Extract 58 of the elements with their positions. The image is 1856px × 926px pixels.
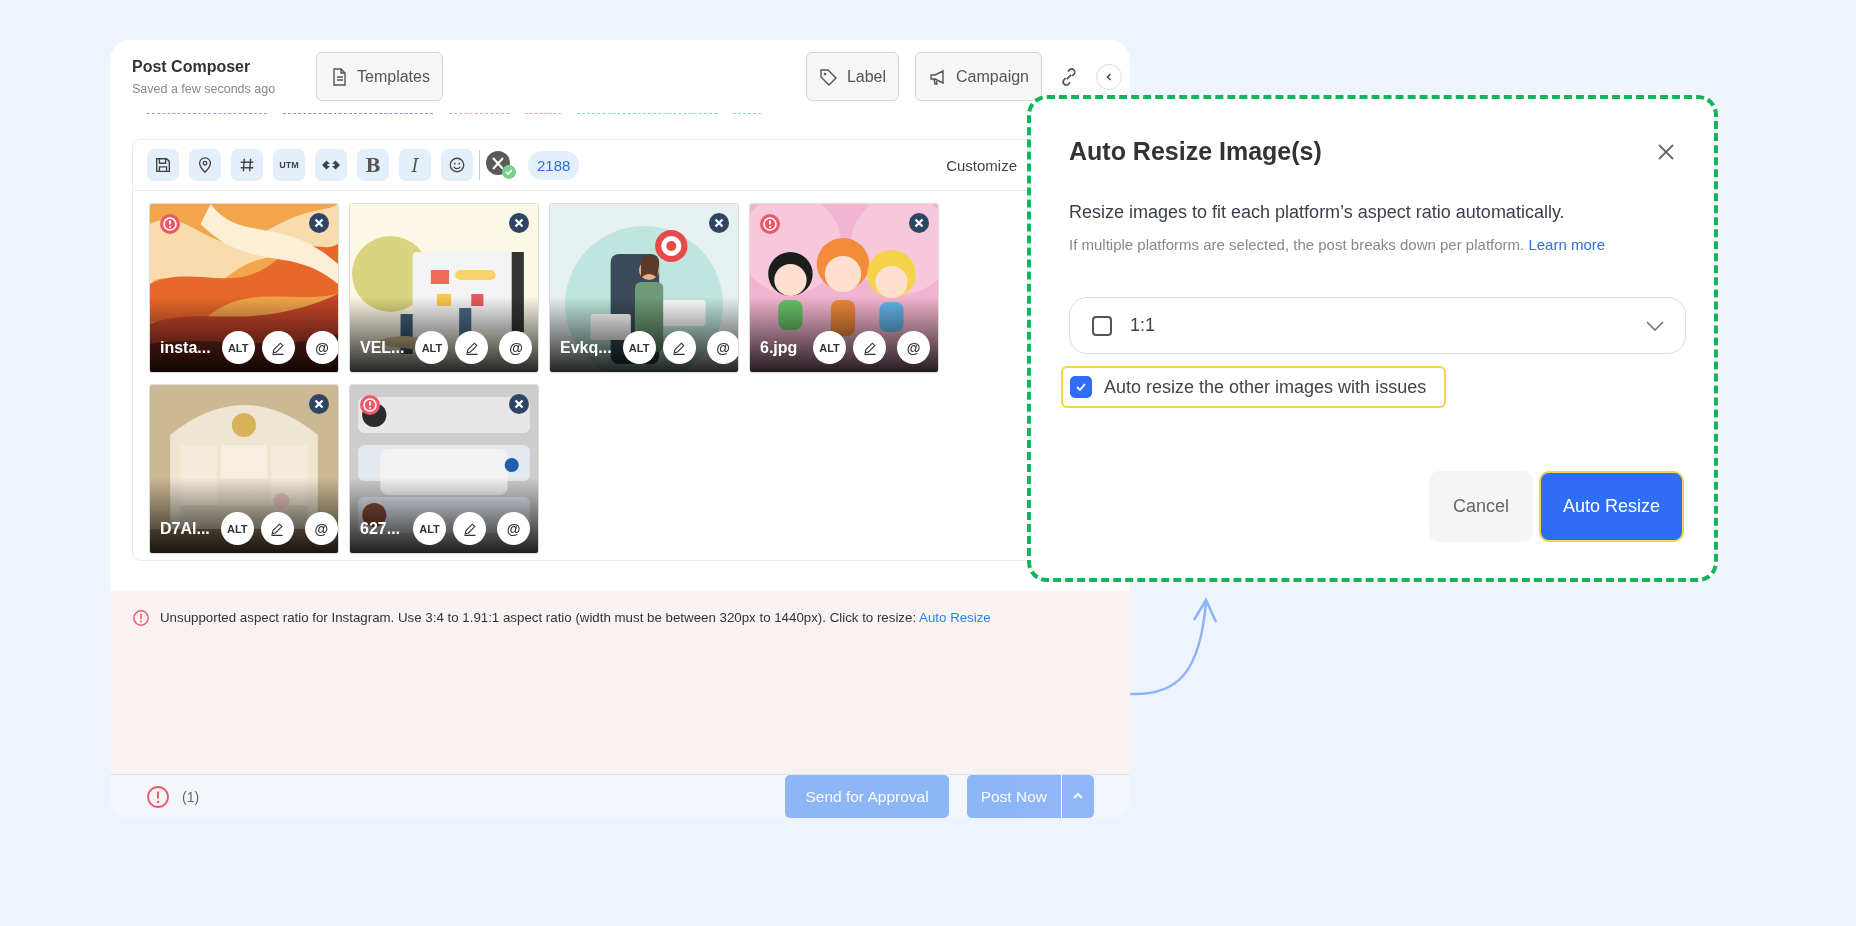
italic-button[interactable]: I	[399, 149, 431, 182]
error-icon	[160, 214, 180, 235]
image-thumbnail[interactable]: 6.jpg ALT @	[749, 203, 939, 374]
image-thumbnail[interactable]: Evkq... ALT @	[549, 203, 739, 374]
dialog-hint: If multiple platforms are selected, the post breaks down per platform. Learn more	[1069, 235, 1607, 255]
auto-resize-checkbox[interactable]	[1070, 376, 1092, 398]
remove-icon[interactable]	[709, 213, 729, 234]
file-name: 6.jpg	[760, 338, 799, 357]
remove-icon[interactable]	[309, 213, 329, 234]
image-thumbnail[interactable]: insta... ALT @	[149, 203, 339, 374]
file-name: VEL...	[360, 338, 405, 357]
error-message: Unsupported aspect ratio for Instagram. Use 3:4 to 1.91:1 aspect ratio (width must be between 320px to 1440px). Click to resize: Auto Resize	[160, 609, 991, 628]
warning-icon[interactable]	[146, 784, 170, 809]
learn-more-link[interactable]: Learn more	[1528, 236, 1606, 253]
auto-resize-button[interactable]: Auto Resize	[1538, 471, 1684, 542]
hashtag-icon[interactable]	[231, 149, 263, 182]
templates-button[interactable]: Templates	[316, 52, 443, 102]
tag-icon	[818, 66, 839, 87]
checkbox-label: Auto resize the other images with issues	[1104, 376, 1427, 398]
close-icon[interactable]	[1656, 141, 1676, 162]
chevron-down-icon	[1645, 319, 1665, 332]
image-thumbnail[interactable]: VEL... ALT @	[349, 203, 539, 374]
ratio-checkbox[interactable]	[1092, 315, 1112, 336]
bold-button[interactable]: B	[357, 149, 389, 182]
file-name: 627...	[360, 519, 402, 538]
remove-icon[interactable]	[909, 213, 929, 234]
file-name: D7AI...	[160, 519, 210, 538]
chain-icon[interactable]	[315, 149, 347, 182]
remove-icon[interactable]	[309, 394, 329, 415]
remove-icon[interactable]	[509, 394, 529, 415]
image-thumbnail[interactable]: 627... ALT @	[349, 384, 539, 555]
save-icon[interactable]	[147, 149, 179, 182]
chevron-left-icon	[1104, 71, 1114, 82]
auto-resize-link[interactable]: Auto Resize	[919, 610, 991, 626]
emoji-icon[interactable]	[441, 149, 473, 182]
dialog-title: Auto Resize Image(s)	[1069, 137, 1322, 166]
ratio-select[interactable]: 1:1	[1069, 297, 1686, 354]
remove-icon[interactable]	[509, 213, 529, 234]
save-status: Saved a few seconds ago	[132, 81, 277, 96]
campaign-button[interactable]: Campaign	[915, 52, 1042, 102]
account-avatar-icon[interactable]	[484, 150, 518, 181]
auto-resize-option[interactable]: Auto resize the other images with issues	[1061, 366, 1447, 408]
warning-icon	[132, 609, 150, 628]
utm-button[interactable]: UTM	[273, 149, 305, 182]
dialog-description: Resize images to fit each platform’s aspect ratio automatically.	[1069, 202, 1566, 223]
error-icon	[360, 395, 380, 416]
check-icon	[1075, 381, 1087, 393]
issue-count: (1)	[182, 788, 200, 805]
customize-link[interactable]: Customize	[946, 156, 1017, 174]
error-icon	[760, 214, 780, 235]
label-button[interactable]: Label	[805, 52, 900, 102]
file-name: insta...	[160, 338, 211, 357]
file-name: Evkq...	[560, 338, 612, 357]
cancel-button[interactable]: Cancel	[1428, 471, 1533, 542]
character-count: 2188	[528, 150, 580, 180]
image-thumbnail[interactable]: D7AI... ALT @	[149, 384, 339, 555]
composer-title: Post Composer	[132, 57, 252, 76]
location-icon[interactable]	[189, 149, 221, 182]
